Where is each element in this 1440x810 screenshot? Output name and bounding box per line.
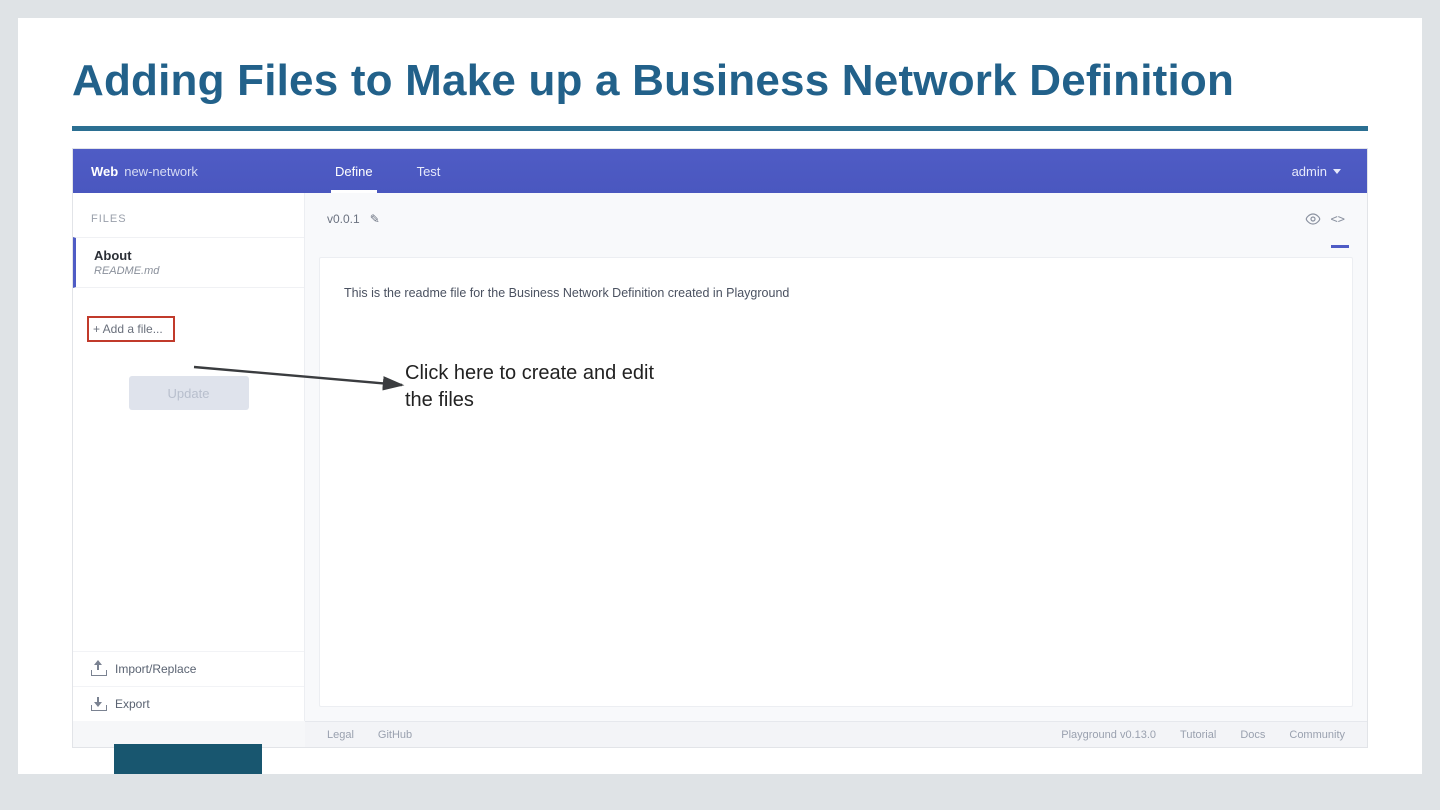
app-screenshot: Web new-network Define Test admin FILES xyxy=(72,148,1368,748)
tab-test[interactable]: Test xyxy=(395,149,463,193)
slide-title: Adding Files to Make up a Business Netwo… xyxy=(72,56,1234,106)
footer-link-github[interactable]: GitHub xyxy=(378,729,412,741)
sidebar: FILES About README.md + Add a file... Up… xyxy=(73,193,305,721)
upload-icon xyxy=(91,662,105,676)
view-toggle-underline xyxy=(1331,245,1349,248)
top-navbar: Web new-network Define Test admin xyxy=(73,149,1367,193)
tab-define-label: Define xyxy=(335,164,373,179)
user-name-label: admin xyxy=(1292,164,1327,179)
export-link[interactable]: Export xyxy=(73,686,304,721)
nav-tabs: Define Test xyxy=(313,149,462,193)
eye-icon[interactable] xyxy=(1305,213,1321,225)
title-rule xyxy=(72,126,1368,131)
footer-link-tutorial[interactable]: Tutorial xyxy=(1180,729,1216,741)
tab-define[interactable]: Define xyxy=(313,149,395,193)
files-heading: FILES xyxy=(73,193,304,237)
footer-bar: Legal GitHub Playground v0.13.0 Tutorial… xyxy=(305,721,1367,747)
footer-playground-version: Playground v0.13.0 xyxy=(1061,729,1156,741)
add-file-button[interactable]: + Add a file... xyxy=(87,316,175,342)
brand-block[interactable]: Web new-network xyxy=(73,164,313,179)
code-icon[interactable]: <> xyxy=(1331,212,1345,226)
tab-test-label: Test xyxy=(417,164,441,179)
slide-container: Adding Files to Make up a Business Netwo… xyxy=(18,18,1422,774)
pencil-icon[interactable]: ✎ xyxy=(370,212,380,226)
editor-card: This is the readme file for the Business… xyxy=(319,257,1353,707)
brand-network-name: new-network xyxy=(124,164,198,179)
annotation-text: Click here to create and edit the files xyxy=(405,360,665,414)
slide-accent-block xyxy=(114,744,262,774)
import-replace-link[interactable]: Import/Replace xyxy=(73,651,304,686)
import-replace-label: Import/Replace xyxy=(115,662,196,676)
file-item-primary: About xyxy=(94,248,286,263)
download-icon xyxy=(91,697,105,711)
readme-body-text: This is the readme file for the Business… xyxy=(320,258,1352,328)
footer-link-community[interactable]: Community xyxy=(1289,729,1345,741)
file-item-about[interactable]: About README.md xyxy=(73,237,304,288)
footer-link-legal[interactable]: Legal xyxy=(327,729,354,741)
main-header: v0.0.1 ✎ <> xyxy=(305,193,1367,245)
footer-link-docs[interactable]: Docs xyxy=(1240,729,1265,741)
export-label: Export xyxy=(115,697,150,711)
brand-web-label: Web xyxy=(91,164,118,179)
version-label: v0.0.1 xyxy=(327,212,360,226)
main-panel: v0.0.1 ✎ <> This is the readme file for … xyxy=(305,193,1367,721)
chevron-down-icon xyxy=(1333,169,1341,174)
file-item-secondary: README.md xyxy=(94,265,286,277)
user-menu[interactable]: admin xyxy=(1292,164,1367,179)
annotation-arrow xyxy=(186,361,416,397)
